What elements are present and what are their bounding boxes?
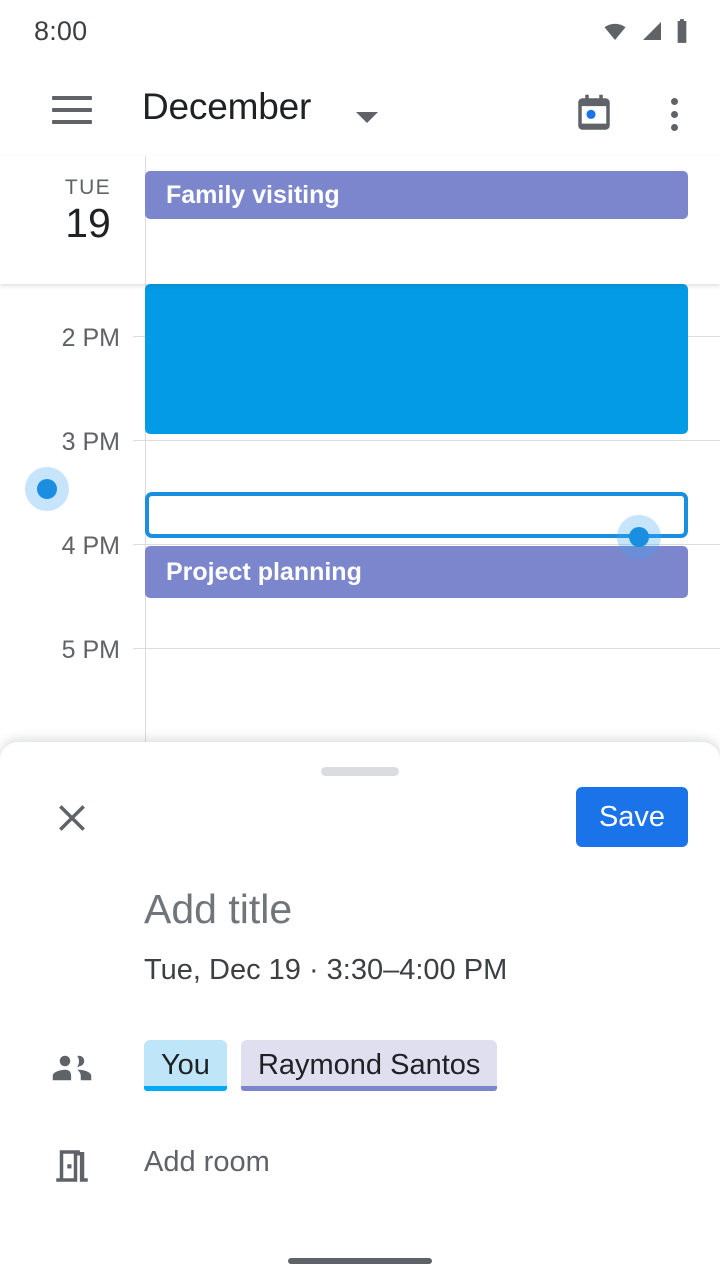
battery-icon [674, 18, 690, 44]
gesture-nav-bar [0, 1236, 720, 1280]
wifi-icon [600, 19, 630, 43]
people-icon [48, 1044, 96, 1092]
time-grid[interactable]: 2 PM 3 PM 4 PM 5 PM Project planning [0, 284, 720, 744]
overflow-dot [670, 97, 678, 105]
hamburger-line [52, 96, 92, 100]
bottom-sheet-drag-handle[interactable] [321, 767, 399, 776]
day-header: TUE 19 Family visiting [0, 156, 720, 284]
project-planning-event-title: Project planning [166, 557, 362, 586]
add-room-label[interactable]: Add room [144, 1146, 270, 1179]
chevron-down-icon[interactable] [356, 112, 378, 123]
cell-signal-icon [639, 19, 665, 43]
all-day-event-title: Family visiting [166, 180, 340, 209]
guest-chip-you[interactable]: You [144, 1040, 227, 1091]
selection-start-handle[interactable] [25, 467, 69, 511]
hour-line-3pm [133, 440, 720, 441]
meeting-room-icon [48, 1142, 96, 1190]
hamburger-line [52, 108, 92, 112]
calendar-today-icon[interactable] [570, 90, 618, 138]
hour-label-4pm: 4 PM [61, 532, 120, 560]
guests-row[interactable]: You Raymond Santos [0, 1040, 720, 1110]
hour-line-5pm [133, 648, 720, 649]
project-planning-event[interactable]: Project planning [145, 546, 688, 598]
more-vertical-icon[interactable] [650, 90, 698, 138]
event-title-input[interactable]: Add title [144, 886, 292, 933]
untitled-blue-event[interactable] [145, 284, 688, 434]
event-datetime-label[interactable]: Tue, Dec 19 · 3:30–4:00 PM [144, 954, 507, 987]
overflow-dot [670, 110, 678, 118]
hour-label-3pm: 3 PM [61, 428, 120, 456]
status-bar-icons [600, 18, 690, 44]
guest-chip-raymond-santos[interactable]: Raymond Santos [240, 1040, 498, 1091]
selection-handle-dot [37, 479, 57, 499]
guest-chip-list: You Raymond Santos [144, 1040, 498, 1091]
day-number-label[interactable]: 19 [48, 200, 128, 247]
hamburger-menu-icon[interactable] [52, 96, 92, 124]
selection-handle-dot [629, 527, 649, 547]
month-title[interactable]: December [142, 86, 311, 128]
save-button[interactable]: Save [576, 787, 688, 847]
app-bar: December [0, 64, 720, 156]
close-icon[interactable] [46, 792, 98, 844]
hour-label-2pm: 2 PM [61, 324, 120, 352]
overflow-dot [670, 123, 678, 131]
new-event-selection[interactable] [145, 492, 688, 538]
app-bar-actions [570, 90, 698, 138]
selection-end-handle[interactable] [617, 515, 661, 559]
calendar-app-screen: 8:00 December TUE 19 Family visiting 2 P… [0, 0, 720, 1280]
hour-label-5pm: 5 PM [61, 636, 120, 664]
home-gesture-pill[interactable] [288, 1258, 432, 1264]
day-of-week-label: TUE [64, 176, 112, 199]
all-day-event-chip[interactable]: Family visiting [145, 171, 688, 219]
status-bar: 8:00 [0, 0, 720, 64]
hamburger-line [52, 120, 92, 124]
status-bar-clock: 8:00 [34, 16, 88, 46]
add-room-row[interactable]: Add room [0, 1138, 720, 1200]
